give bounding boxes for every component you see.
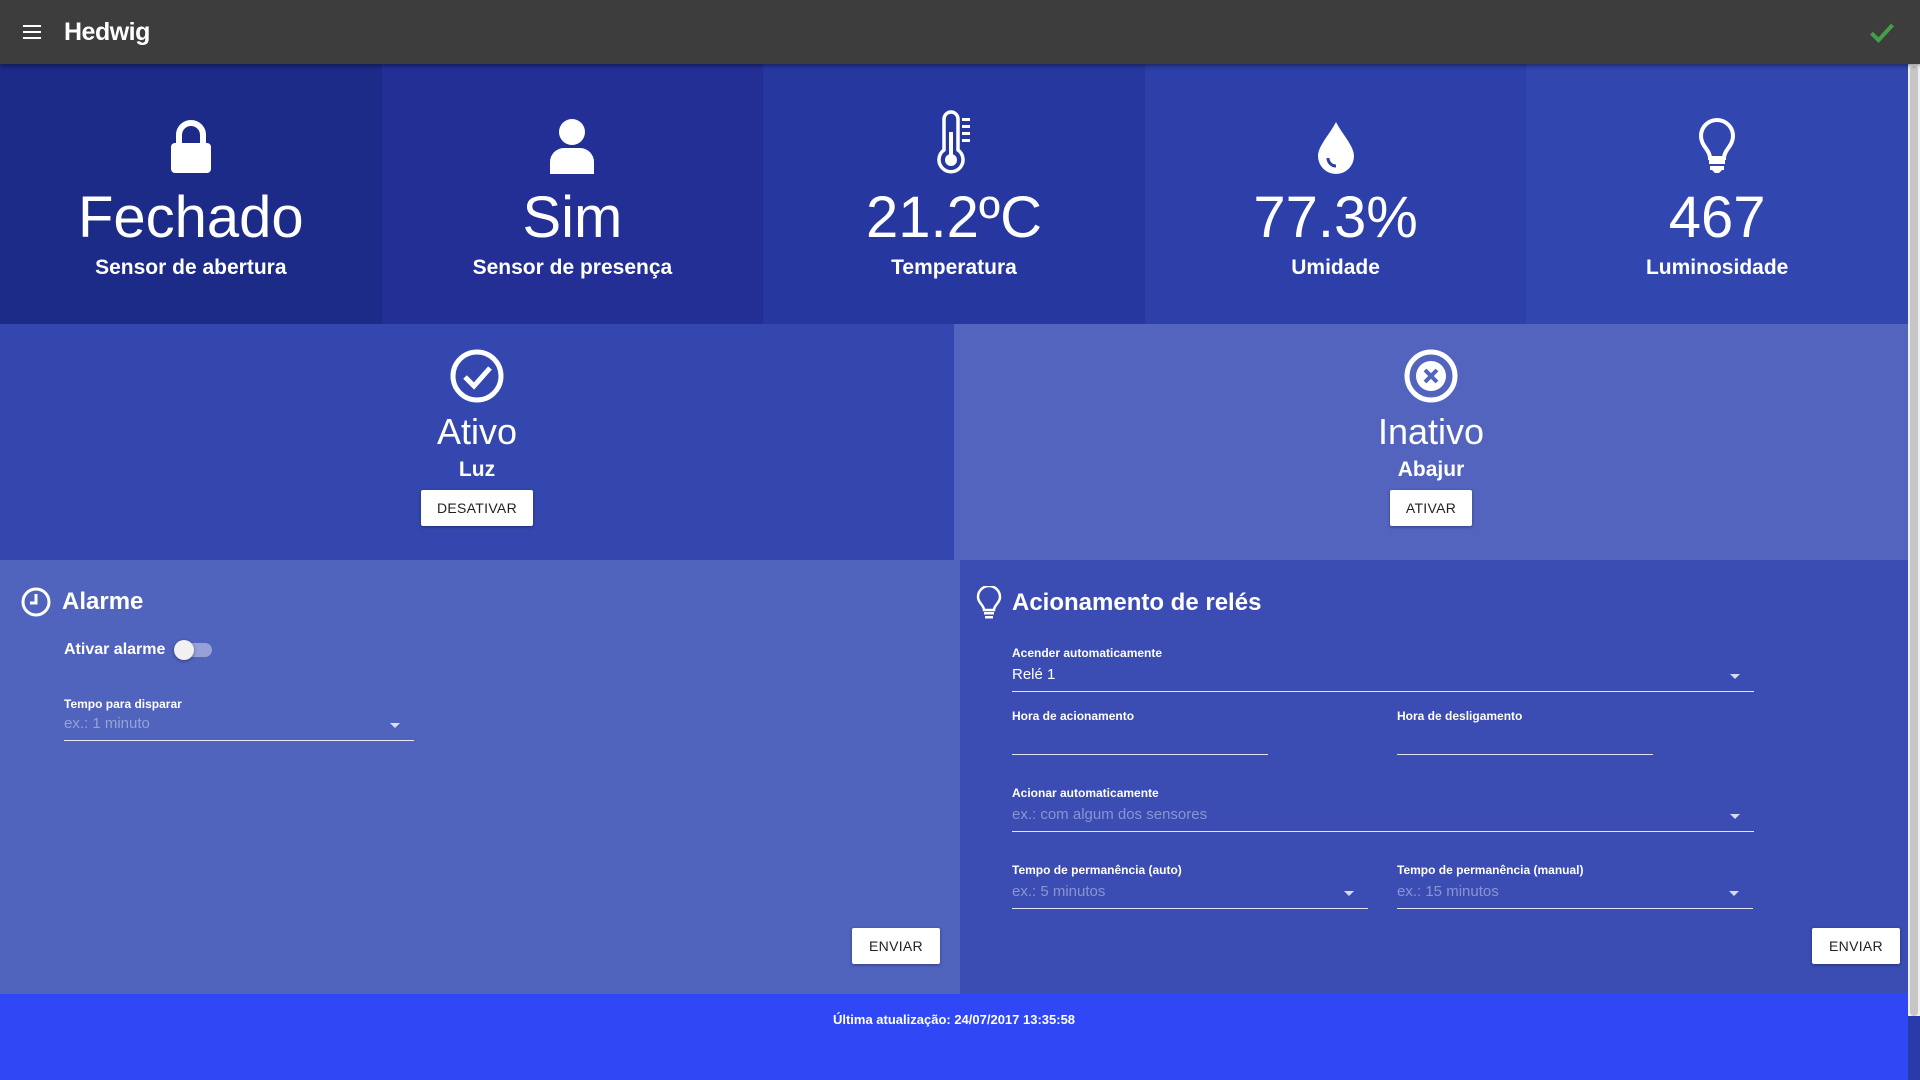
x-circle-icon [1403, 348, 1459, 404]
auto-trigger-select[interactable]: ex.: com algum dos sensores [1012, 802, 1754, 832]
relay-card-abajur: Inativo Abajur ATIVAR [954, 324, 1908, 560]
chevron-down-icon [390, 723, 400, 728]
sensor-value: 21.2ºC [866, 185, 1042, 250]
stay-manual-select[interactable]: ex.: 15 minutos [1397, 879, 1753, 909]
alarm-toggle[interactable] [174, 640, 212, 660]
off-time-input[interactable] [1397, 725, 1653, 755]
chevron-down-icon [1730, 814, 1740, 819]
alarm-toggle-label: Ativar alarme [64, 641, 166, 658]
alarm-time-select[interactable]: ex.: 1 minuto [64, 711, 414, 741]
sensor-label: Sensor de abertura [95, 256, 287, 279]
off-time-label: Hora de desligamento [1397, 709, 1523, 723]
check-circle-icon [449, 348, 505, 404]
sensor-label: Sensor de presença [472, 256, 673, 279]
alarm-title: Alarme [62, 588, 144, 615]
stay-auto-select[interactable]: ex.: 5 minutos [1012, 879, 1368, 909]
stay-manual-placeholder: ex.: 15 minutos [1397, 883, 1499, 900]
sensor-value: 467 [1668, 185, 1766, 250]
bulb-icon [1697, 114, 1737, 174]
sensor-card-temperature: 21.2ºC Temperatura [763, 64, 1145, 324]
thermometer-icon [934, 110, 974, 174]
stay-manual-label: Tempo de permanência (manual) [1397, 863, 1584, 877]
deactivate-button[interactable]: DESATIVAR [421, 490, 533, 526]
relay-config-panel: Acionamento de relés Acender automaticam… [960, 560, 1908, 994]
sensor-label: Luminosidade [1645, 256, 1789, 279]
sensor-card-luminosity: 467 Luminosidade [1526, 64, 1908, 324]
drop-icon [1316, 114, 1356, 174]
sensor-value: 77.3% [1253, 185, 1418, 250]
relay-name: Abajur [1397, 458, 1465, 481]
last-update-text: Última atualização: 24/07/2017 13:35:58 [832, 1012, 1076, 1027]
sensor-card-opening: Fechado Sensor de abertura [0, 64, 382, 324]
relay-name: Luz [458, 458, 496, 481]
relay-status: Ativo [436, 411, 518, 452]
toggle-knob [174, 640, 194, 660]
auto-trigger-placeholder: ex.: com algum dos sensores [1012, 806, 1208, 823]
person-icon [548, 114, 596, 174]
footer: Última atualização: 24/07/2017 13:35:58 [0, 994, 1908, 1080]
auto-on-label: Acender automaticamente [1012, 646, 1163, 660]
lock-icon [169, 114, 213, 174]
alarm-time-label: Tempo para disparar [64, 697, 182, 711]
sensor-value: Sim [522, 185, 623, 250]
sensor-value: Fechado [77, 185, 304, 250]
alarm-panel: Alarme Ativar alarme Tempo para disparar… [0, 560, 960, 994]
menu-icon[interactable] [0, 0, 64, 64]
chevron-down-icon [1729, 891, 1739, 896]
activate-button[interactable]: ATIVAR [1389, 490, 1473, 526]
stay-auto-label: Tempo de permanência (auto) [1012, 863, 1182, 877]
auto-on-select[interactable]: Relé 1 [1012, 662, 1754, 692]
relay-row: Ativo Luz DESATIVAR Inativo Abajur ATIVA… [0, 324, 1908, 560]
on-time-input[interactable] [1012, 725, 1268, 755]
check-icon [1870, 23, 1894, 44]
scrollbar-thumb[interactable] [1910, 66, 1918, 1016]
on-time-label: Hora de acionamento [1012, 709, 1135, 723]
chevron-down-icon [1730, 674, 1740, 679]
stay-auto-placeholder: ex.: 5 minutos [1012, 883, 1106, 900]
relay-card-luz: Ativo Luz DESATIVAR [0, 324, 954, 560]
auto-on-value: Relé 1 [1012, 666, 1056, 683]
relay-config-header: Acionamento de relés [976, 586, 1261, 620]
alarm-submit-button[interactable]: ENVIAR [852, 928, 940, 964]
relay-config-title: Acionamento de relés [1012, 589, 1262, 616]
alarm-time-placeholder: ex.: 1 minuto [64, 715, 150, 732]
chevron-down-icon [1344, 891, 1354, 896]
app-title: Hedwig [64, 17, 150, 46]
relay-status: Inativo [1377, 411, 1485, 452]
bulb-outline-icon [976, 586, 1002, 619]
relay-submit-button[interactable]: ENVIAR [1812, 928, 1900, 964]
app-bar: Hedwig [0, 0, 1920, 64]
sensor-card-presence: Sim Sensor de presença [381, 64, 764, 324]
sensor-label: Temperatura [891, 256, 1017, 279]
alarm-header: Alarme [20, 586, 143, 618]
clock-icon [21, 587, 51, 617]
auto-trigger-label: Acionar automaticamente [1012, 786, 1159, 800]
sensor-label: Umidade [1291, 256, 1380, 279]
sensor-card-humidity: 77.3% Umidade [1144, 64, 1527, 324]
sensor-row: Fechado Sensor de abertura Sim Sensor de… [0, 64, 1908, 324]
